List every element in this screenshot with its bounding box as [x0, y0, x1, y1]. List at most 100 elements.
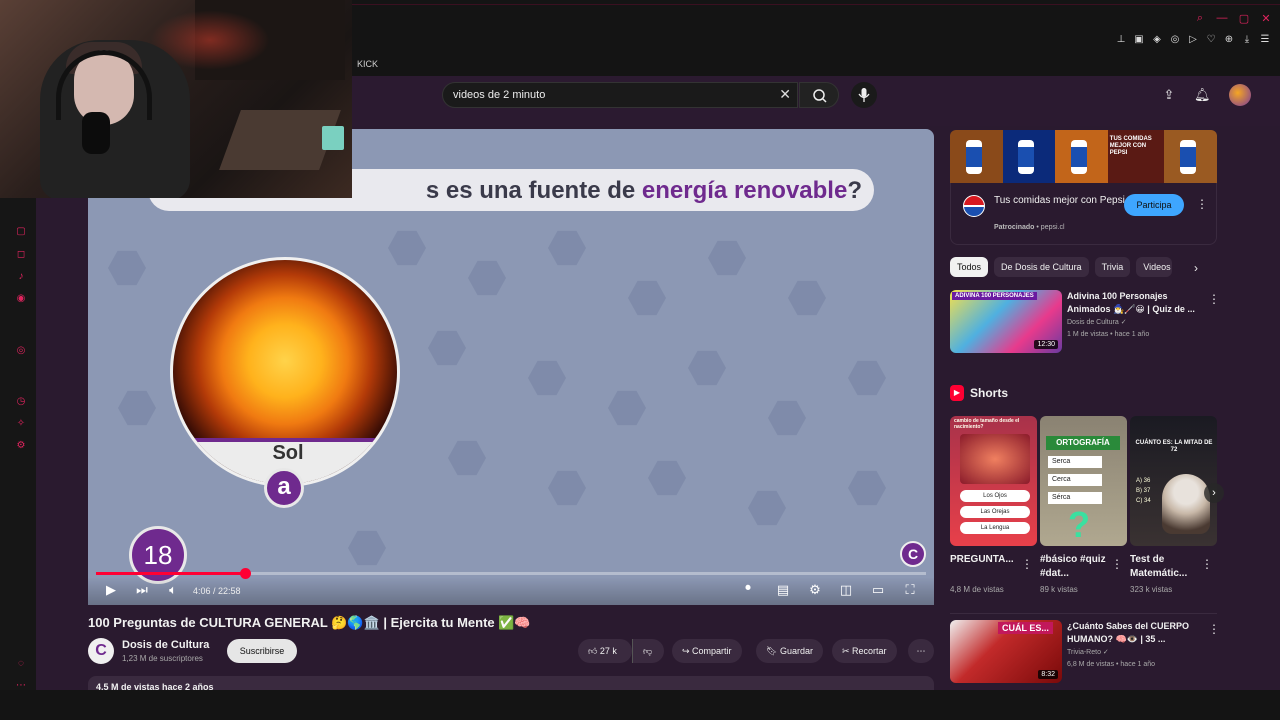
ad-sponsor-line: Patrocinado • pepsi.cl — [994, 224, 1065, 231]
kebab-menu-icon[interactable]: ⋮ — [1111, 557, 1123, 571]
list-item[interactable]: CUÁL ES... 8:32 ¿Cuánto Sabes del CUERPO… — [950, 620, 1220, 684]
search-button[interactable] — [799, 82, 839, 108]
settings-icon[interactable]: ⚙ — [806, 582, 824, 598]
ad-tile — [1164, 130, 1217, 183]
ad-banner-image[interactable]: TUS COMIDAS MEJOR CON PEPSI — [950, 130, 1217, 183]
like-button[interactable]: 👍︎ 27 k — [578, 639, 632, 663]
instagram-icon[interactable]: ◻ — [15, 249, 27, 261]
short-image — [960, 434, 1030, 484]
save-button[interactable]: 🔖︎ Guardar — [756, 639, 823, 663]
dislike-button[interactable]: 👎︎ — [632, 639, 664, 663]
tiktok-icon[interactable]: ♪ — [15, 271, 27, 283]
option-b: Cerca — [1048, 474, 1102, 486]
autoplay-toggle-icon[interactable]: ⏺︎ — [739, 582, 757, 595]
channel-name[interactable]: Trivia-Reto ✓ — [1067, 648, 1109, 656]
bg-hexagon — [118, 390, 156, 426]
extensions-icon[interactable]: ✧ — [15, 418, 27, 430]
discord-icon[interactable]: ◉ — [15, 293, 27, 305]
screenshot-icon[interactable]: ▣ — [1134, 34, 1144, 45]
settings-icon[interactable]: ⚙ — [15, 440, 27, 452]
more-actions-button[interactable]: ⋯ — [908, 639, 934, 663]
kebab-menu-icon[interactable]: ⋮ — [1021, 557, 1033, 571]
video-title[interactable]: Adivina 100 Personajes Animados 🧙‍♂️🦯😀 |… — [1067, 290, 1207, 316]
sidebar-more-icon[interactable]: ◌ — [15, 658, 27, 670]
channel-avatar[interactable]: C — [88, 638, 114, 664]
video-thumbnail[interactable]: CUÁL ES... 8:32 — [950, 620, 1062, 683]
bg-hexagon — [628, 280, 666, 316]
bg-hexagon — [648, 460, 686, 496]
next-icon[interactable]: ⏭︎ — [133, 582, 151, 598]
short-thumbnail[interactable]: ORTOGRAFÍA Serca Cerca Sérca ? — [1040, 416, 1127, 546]
menu-icon[interactable]: ☰ — [1260, 34, 1270, 45]
fullscreen-icon[interactable]: ⛶ — [901, 582, 919, 598]
upload-icon[interactable]: ⇪ — [1162, 88, 1176, 102]
wallet-icon[interactable]: ◎ — [1170, 34, 1180, 45]
kebab-menu-icon[interactable]: ⋮ — [1208, 622, 1220, 636]
volume-icon[interactable]: 🔈︎ — [164, 582, 182, 598]
close-icon[interactable]: ✕ — [1260, 12, 1272, 25]
short-title[interactable]: Test de Matemátic... — [1130, 553, 1205, 581]
ad-cta-button[interactable]: Participa — [1124, 194, 1184, 216]
ad-title[interactable]: Tus comidas mejor con Pepsi — [994, 194, 1129, 208]
chip-todos[interactable]: Todos — [950, 257, 989, 277]
kebab-menu-icon[interactable]: ⋮ — [1196, 197, 1208, 211]
kebab-menu-icon[interactable]: ⋮ — [1201, 557, 1213, 571]
duration-badge: 12:30 — [1034, 340, 1058, 349]
list-item[interactable]: ADIVINA 100 PERSONAJES 12:30 Adivina 100… — [950, 290, 1220, 354]
pin-icon[interactable]: ⊥ — [1116, 34, 1126, 45]
video-title[interactable]: ¿Cuánto Sabes del CUERPO HUMANO? 🧠👁️ | 3… — [1067, 620, 1207, 646]
video-thumbnail[interactable]: ADIVINA 100 PERSONAJES 12:30 — [950, 290, 1062, 353]
ad-banner-text: TUS COMIDAS MEJOR CON PEPSI — [1107, 130, 1165, 183]
channel-name[interactable]: Dosis de Cultura ✓ — [1067, 318, 1127, 326]
bell-icon[interactable]: 🔔︎ — [1194, 88, 1211, 102]
short-thumbnail[interactable]: cambio de tamaño desde el nacimiento? Lo… — [950, 416, 1037, 546]
play-icon[interactable]: ▷ — [1188, 34, 1198, 45]
ad-card[interactable]: Tus comidas mejor con Pepsi Patrocinado … — [950, 183, 1217, 245]
maximize-icon[interactable]: ▢ — [1238, 12, 1250, 25]
search-value: videos de 2 minuto — [453, 89, 546, 101]
section-divider — [950, 613, 1217, 614]
theater-mode-icon[interactable]: ▭ — [869, 582, 887, 598]
heart-icon[interactable]: ♡ — [1206, 34, 1216, 45]
voice-search-button[interactable] — [851, 82, 877, 108]
chip-videos[interactable]: Videos — [1136, 257, 1173, 277]
subtitles-icon[interactable]: ▤ — [774, 582, 792, 598]
download-icon[interactable]: ⤓ — [1242, 34, 1252, 45]
kebab-menu-icon[interactable]: ⋮ — [1208, 292, 1220, 306]
twitch-icon[interactable]: ▢ — [15, 226, 27, 238]
clear-icon[interactable]: ✕ — [779, 86, 791, 103]
chip-channel[interactable]: De Dosis de Cultura — [994, 257, 1089, 277]
miniplayer-icon[interactable]: ◫ — [837, 582, 855, 598]
short-title[interactable]: #básico #quiz #dat... — [1040, 553, 1115, 581]
bg-hexagon — [468, 260, 506, 296]
record-icon[interactable]: ◎ — [15, 345, 27, 357]
play-icon[interactable]: ▶ — [102, 582, 120, 598]
search-icon[interactable]: ⌕ — [1194, 12, 1206, 25]
short-title[interactable]: PREGUNTA... — [950, 553, 1025, 567]
share-button[interactable]: ↪ Compartir — [672, 639, 742, 663]
video-player[interactable]: s es una fuente de energía renovable? So… — [88, 129, 934, 605]
question-number-badge: 18 — [129, 526, 187, 584]
clip-button[interactable]: ✂ Recortar — [832, 639, 897, 663]
shorts-next-button[interactable]: › — [1204, 483, 1224, 503]
progress-bar[interactable] — [96, 568, 926, 579]
dislike-icon: 👎︎ — [643, 646, 653, 656]
search-input[interactable]: videos de 2 minuto ✕ — [442, 82, 798, 108]
shield-icon[interactable]: ◈ — [1152, 34, 1162, 45]
subscribe-button[interactable]: Suscribirse — [227, 639, 297, 663]
shorts-icon: ▶ — [950, 385, 964, 401]
short-thumbnail[interactable]: CUÁNTO ES: LA MITAD DE 72 A) 36 B) 37 C)… — [1130, 416, 1217, 546]
history-icon[interactable]: ◷ — [15, 396, 27, 408]
pepsi-can-icon — [1180, 140, 1197, 174]
account-avatar[interactable] — [1229, 84, 1251, 106]
vpn-icon[interactable]: ⊕ — [1224, 34, 1234, 45]
bg-hexagon — [848, 470, 886, 506]
answer-label: Sol — [272, 442, 304, 464]
chevron-right-icon[interactable]: › — [1194, 261, 1198, 275]
channel-watermark[interactable]: C — [900, 541, 926, 567]
minimize-icon[interactable]: — — [1216, 12, 1228, 25]
channel-name[interactable]: Dosis de Cultura — [122, 639, 209, 651]
tab-kick[interactable]: KICK — [357, 59, 378, 69]
chip-trivia[interactable]: Trivia — [1094, 257, 1131, 277]
pepsi-can-icon — [1018, 140, 1035, 174]
